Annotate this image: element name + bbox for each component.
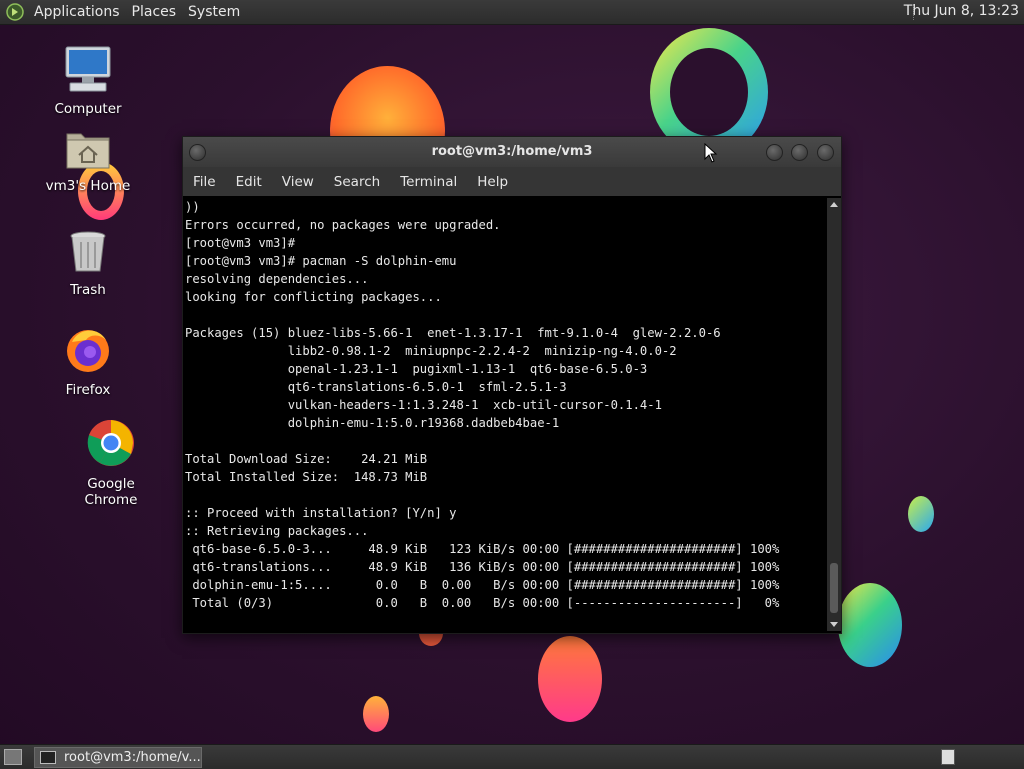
taskbar-item-terminal[interactable]: root@vm3:/home/v... — [34, 747, 202, 768]
terminal-line: openal-1.23.1-1 pugixml-1.13-1 qt6-base-… — [185, 362, 648, 376]
terminal-line: [root@vm3 vm3]# — [185, 236, 296, 250]
menu-view[interactable]: View — [272, 174, 324, 190]
wallpaper-small-orange-blob — [363, 696, 389, 732]
maximize-button[interactable] — [791, 144, 808, 161]
terminal-line: resolving dependencies... — [185, 272, 369, 286]
terminal-scrollbar[interactable] — [827, 198, 841, 631]
scroll-down-arrow-icon[interactable] — [830, 622, 838, 627]
terminal-line — [185, 306, 825, 324]
scroll-up-arrow-icon[interactable] — [830, 202, 838, 207]
terminal-line: dolphin-emu-1:5.0.r19368.dadbeb4bae-1 — [185, 416, 560, 430]
terminal-window[interactable]: root@vm3:/home/vm3 File Edit View Search… — [182, 136, 842, 634]
terminal-line: :: Proceed with installation? [Y/n] y — [185, 506, 457, 520]
menu-help[interactable]: Help — [467, 174, 518, 190]
terminal-line: dolphin-emu-1:5.... 0.0 B 0.00 B/s 00:00… — [185, 578, 780, 592]
terminal-line: libb2-0.98.1-2 miniupnpc-2.2.4-2 minizip… — [185, 344, 677, 358]
chrome-icon — [87, 419, 134, 466]
terminal-line: Total (0/3) 0.0 B 0.00 B/s 00:00 [------… — [185, 596, 780, 610]
terminal-line: :: Retrieving packages... — [185, 524, 369, 538]
top-panel: Applications Places System Thu Jun 8, 13… — [0, 0, 1024, 25]
terminal-line: Total Installed Size: 148.73 MiB — [185, 470, 428, 484]
bottom-panel: root@vm3:/home/v... — [0, 744, 1024, 769]
clock[interactable]: Thu Jun 8, 13:23 — [904, 3, 1019, 19]
desktop-icon-label: Google Chrome — [84, 476, 138, 508]
taskbar-item-label: root@vm3:/home/v... — [64, 750, 201, 765]
close-button[interactable] — [817, 144, 834, 161]
menu-file[interactable]: File — [183, 174, 226, 190]
window-title: root@vm3:/home/vm3 — [431, 144, 593, 159]
terminal-line: qt6-translations-6.5.0-1 sfml-2.5.1-3 — [185, 380, 567, 394]
menu-terminal[interactable]: Terminal — [390, 174, 467, 190]
desktop-icon-home[interactable]: vm3's Home — [38, 128, 138, 194]
terminal-output[interactable]: )) Errors occurred, no packages were upg… — [185, 198, 825, 630]
scrollbar-thumb[interactable] — [830, 563, 838, 613]
desktop-icon-firefox[interactable]: Firefox — [38, 326, 138, 398]
computer-icon — [65, 46, 111, 92]
terminal-menubar: File Edit View Search Terminal Help — [183, 167, 841, 196]
home-folder-icon — [66, 133, 110, 169]
wallpaper-teal-blob — [838, 583, 902, 667]
desktop-icon-trash[interactable]: Trash — [38, 230, 138, 298]
terminal-line: qt6-translations... 48.9 KiB 136 KiB/s 0… — [185, 560, 780, 574]
firefox-icon — [67, 330, 109, 372]
terminal-icon — [40, 751, 56, 764]
applications-logo-icon[interactable] — [6, 3, 24, 21]
trash-icon — [70, 231, 106, 272]
desktop-icon-chrome[interactable]: Google Chrome — [60, 418, 162, 508]
terminal-line: )) — [185, 200, 200, 214]
wallpaper-blue-dot — [908, 496, 934, 532]
window-titlebar[interactable]: root@vm3:/home/vm3 — [183, 137, 841, 167]
menu-search[interactable]: Search — [324, 174, 390, 190]
menu-edit[interactable]: Edit — [226, 174, 272, 190]
menu-applications[interactable]: Applications — [28, 4, 126, 20]
menu-places[interactable]: Places — [126, 4, 183, 20]
desktop-icon-label: Trash — [70, 282, 106, 298]
terminal-line — [185, 432, 825, 450]
workspace-switcher[interactable] — [941, 749, 955, 765]
terminal-line: qt6-base-6.5.0-3... 48.9 KiB 123 KiB/s 0… — [185, 542, 780, 556]
menu-system[interactable]: System — [182, 4, 246, 20]
terminal-line: Total Download Size: 24.21 MiB — [185, 452, 428, 466]
terminal-line: [root@vm3 vm3]# pacman -S dolphin-emu — [185, 254, 457, 268]
terminal-line — [185, 486, 825, 504]
desktop-icon-label: Firefox — [65, 382, 111, 398]
terminal-line: Errors occurred, no packages were upgrad… — [185, 218, 501, 232]
terminal-line: vulkan-headers-1:1.3.248-1 xcb-util-curs… — [185, 398, 662, 412]
terminal-line: Packages (15) bluez-libs-5.66-1 enet-1.3… — [185, 326, 721, 340]
desktop-icon-label: Computer — [54, 101, 122, 117]
desktop-icon-label: vm3's Home — [45, 178, 131, 194]
wallpaper-pink-blob — [538, 636, 602, 722]
minimize-button[interactable] — [766, 144, 783, 161]
show-desktop-icon[interactable] — [4, 749, 22, 765]
desktop-icon-computer[interactable]: Computer — [38, 45, 138, 117]
mouse-pointer-icon — [704, 143, 718, 163]
terminal-line: looking for conflicting packages... — [185, 290, 442, 304]
